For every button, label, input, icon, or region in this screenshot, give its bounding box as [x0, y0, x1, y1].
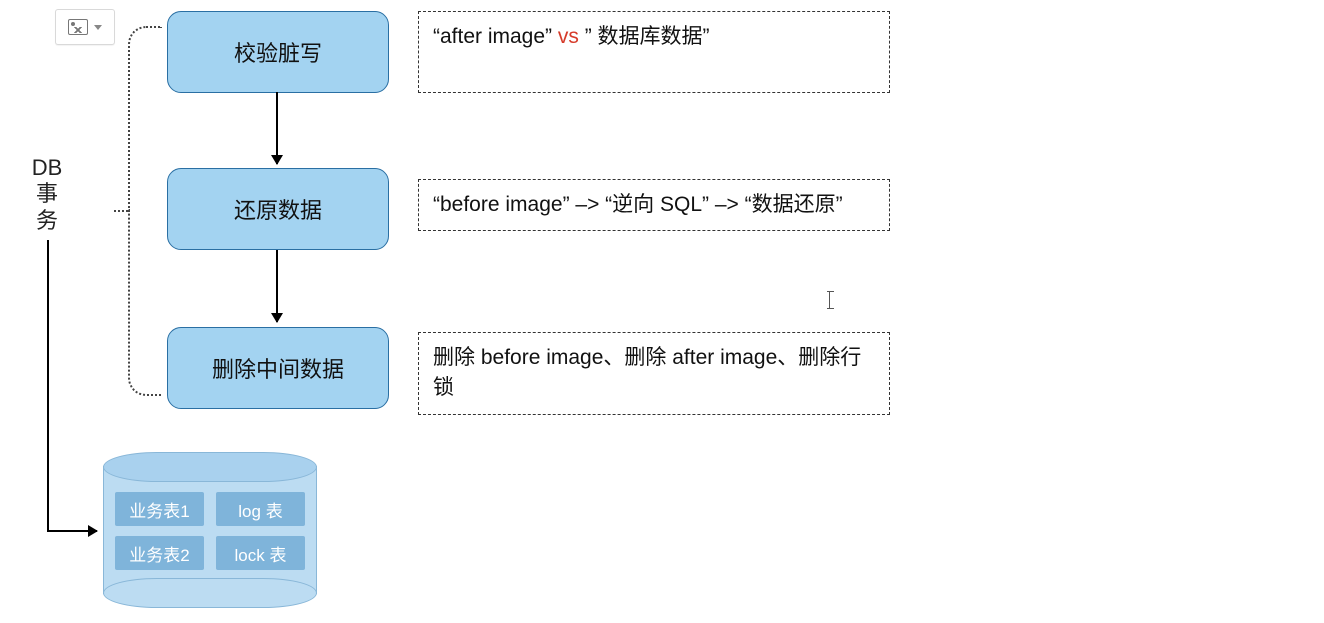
desc-text: ” 数据库数据” [579, 25, 710, 48]
db-table: lock 表 [216, 536, 305, 570]
step-label: 还原数据 [234, 193, 322, 225]
image-icon [68, 19, 88, 35]
db-table: log 表 [216, 492, 305, 526]
desc-text: “after image” [433, 25, 558, 48]
db-table: 业务表1 [115, 492, 204, 526]
database-cylinder: 业务表1 log 表 业务表2 lock 表 [103, 452, 317, 608]
text-cursor-icon [829, 291, 831, 309]
arrow-line [47, 240, 49, 530]
db-table: 业务表2 [115, 536, 204, 570]
arrow-down-icon [276, 250, 278, 322]
step-validate-dirty-write: 校验脏写 [167, 11, 389, 93]
image-toolbar-button[interactable] [55, 9, 115, 45]
brace-bracket [128, 26, 160, 396]
desc-text: “before image” –> “逆向 SQL” –> “数据还原” [433, 193, 843, 216]
diagram-canvas: DB事务 校验脏写 还原数据 删除中间数据 “after image” vs ”… [0, 0, 1324, 623]
step-restore-data: 还原数据 [167, 168, 389, 250]
step-label: 删除中间数据 [212, 352, 344, 384]
desc-validate: “after image” vs ” 数据库数据” [418, 11, 890, 93]
step-label: 校验脏写 [234, 36, 322, 68]
chevron-down-icon [94, 25, 102, 30]
desc-vs: vs [558, 25, 579, 48]
db-transaction-label: DB事务 [27, 155, 67, 234]
desc-text: 删除 before image、删除 after image、删除行锁 [433, 346, 861, 399]
arrow-down-icon [276, 92, 278, 164]
step-delete-intermediate: 删除中间数据 [167, 327, 389, 409]
desc-delete: 删除 before image、删除 after image、删除行锁 [418, 332, 890, 415]
arrow-right-icon [47, 530, 97, 532]
desc-restore: “before image” –> “逆向 SQL” –> “数据还原” [418, 179, 890, 231]
